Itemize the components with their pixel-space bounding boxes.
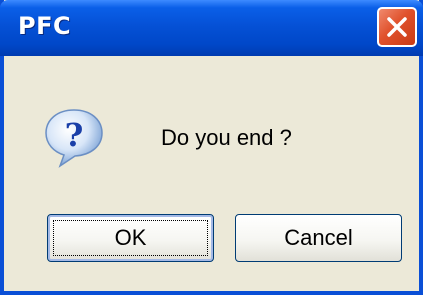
close-icon (387, 17, 407, 37)
svg-text:?: ? (65, 116, 84, 154)
title-bar[interactable]: PFC (0, 0, 423, 56)
dialog-window: PFC ? Do you end ? OK Cancel (0, 0, 423, 295)
question-icon: ? (42, 106, 106, 170)
close-button[interactable] (377, 7, 417, 47)
cancel-button[interactable]: Cancel (235, 214, 402, 262)
ok-button-label: OK (114, 225, 147, 250)
dialog-message: Do you end ? (161, 125, 292, 150)
window-title: PFC (18, 12, 72, 40)
cancel-button-label: Cancel (284, 225, 353, 250)
ok-button[interactable]: OK (47, 214, 214, 262)
